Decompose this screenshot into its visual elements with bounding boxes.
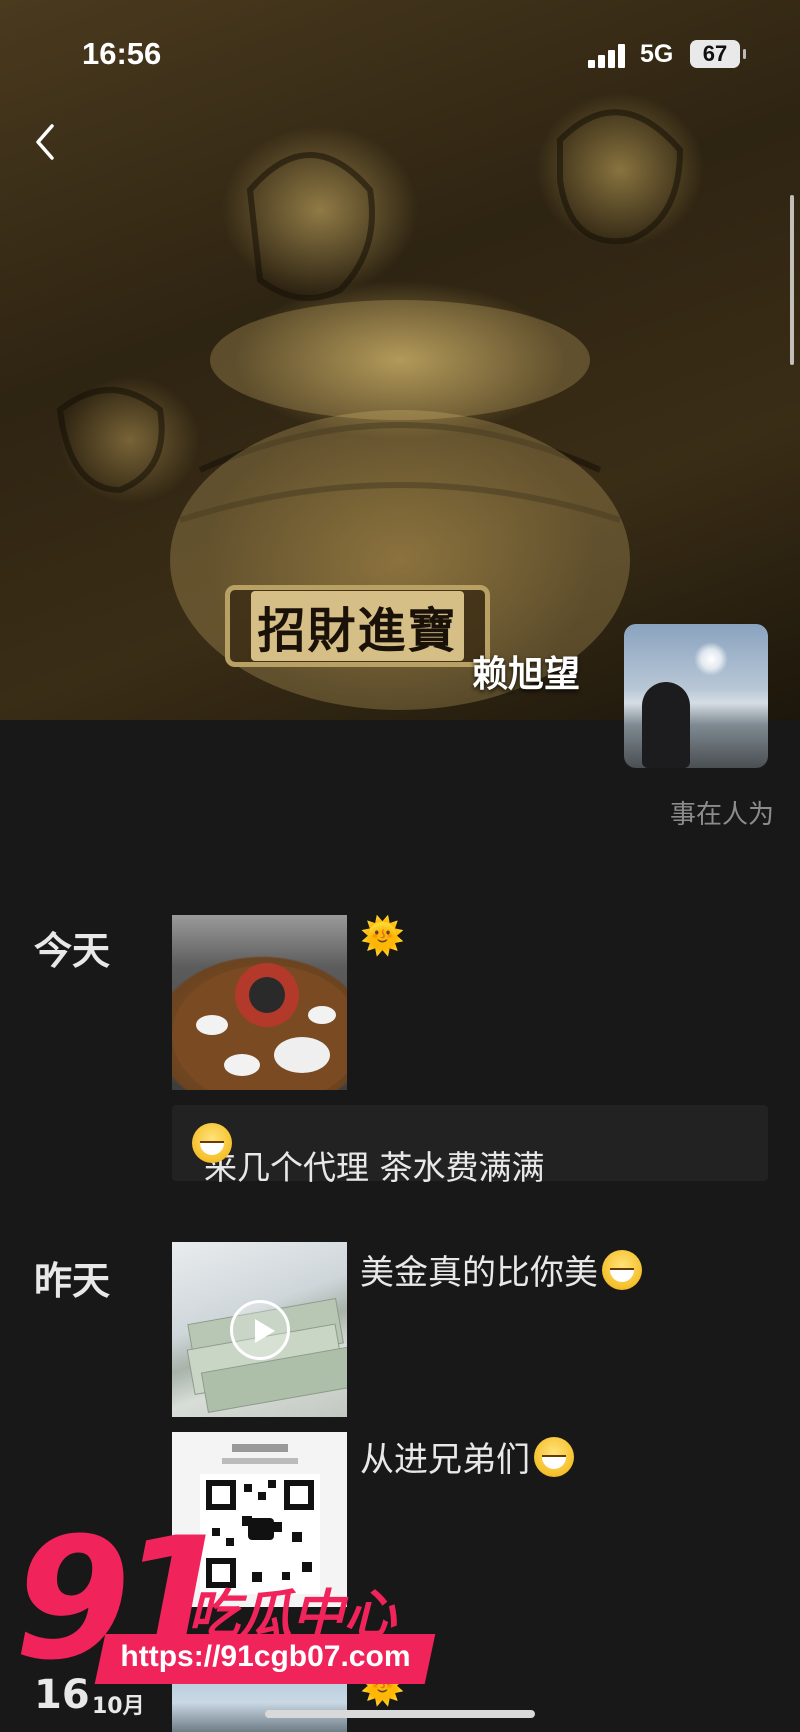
avatar[interactable] [624,624,768,768]
post-caption-qr-text: 从进兄弟们 [360,1440,530,1480]
grin-emoji-icon [602,1250,642,1290]
post-caption-money-text: 美金真的比你美 [360,1253,598,1293]
grin-emoji-icon [534,1437,574,1477]
watermark-url-banner: https://91cgb07.com [94,1634,436,1684]
profile-name[interactable]: 赖旭望 [472,645,580,697]
post-text-card[interactable]: 来几个代理 茶水费满满 [172,1105,768,1187]
grin-emoji-icon [192,1123,232,1163]
cover-plaque: 招財進寶 [225,585,490,667]
post-video-money[interactable] [172,1242,347,1417]
sun-emoji-icon: 🌞 [360,916,405,957]
avatar-person [642,682,690,768]
network-label: 5G [640,40,674,68]
scroll-indicator[interactable] [790,195,794,365]
day-label-today: 今天 [34,929,111,973]
signal-icon [588,44,628,68]
battery-level: 67 [702,41,728,66]
home-indicator[interactable] [265,1710,535,1718]
post-text: 来几个代理 茶水费满满 [204,1148,545,1187]
dinner-table-graphic [172,963,347,1090]
play-icon[interactable] [230,1300,290,1360]
post-caption-qr: 从进兄弟们 [360,1432,574,1481]
battery-icon: 67 [690,40,746,68]
day-label-yesterday: 昨天 [34,1259,111,1303]
plaque-text: 招財進寶 [251,591,464,661]
status-time: 16:56 [82,36,162,71]
profile-signature: 事在人为 [669,800,774,830]
post-photo-dinner[interactable] [172,915,347,1090]
avatar-sun [694,642,728,676]
back-button[interactable] [28,120,68,164]
post-caption-money: 美金真的比你美 [360,1245,642,1294]
cover-image[interactable]: 招財進寶 [0,0,800,720]
watermark-url: https://91cgb07.com [120,1640,411,1673]
status-bar: 16:56 5G 67 [0,32,800,78]
